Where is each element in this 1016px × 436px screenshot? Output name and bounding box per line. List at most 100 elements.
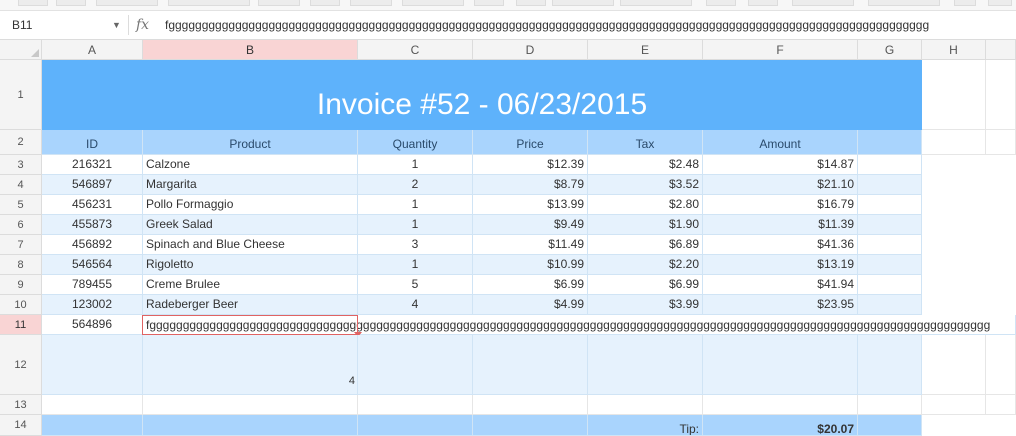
cell[interactable] [473,395,588,415]
row-header-2[interactable]: 2 [0,130,42,155]
cell-product[interactable]: Creme Brulee [143,275,358,295]
column-header-b[interactable]: B [143,40,358,60]
cell-id[interactable]: 216321 [42,155,143,175]
cell-price[interactable]: $10.99 [473,255,588,275]
formula-input[interactable]: fggggggggggggggggggggggggggggggggggggggg… [165,17,1016,33]
row-header-1[interactable]: 1 [0,60,42,130]
cell-amount[interactable]: $23.95 [703,295,858,315]
cell[interactable] [858,395,922,415]
row-header-3[interactable]: 3 [0,155,42,175]
cell-amount[interactable]: $14.87 [703,155,858,175]
cell-tax[interactable]: $6.89 [588,235,703,255]
cell-quantity[interactable]: 3 [358,235,473,255]
header-amount[interactable]: Amount [703,130,858,155]
column-header-d[interactable]: D [473,40,588,60]
cell-amount[interactable]: $11.39 [703,215,858,235]
cell-id[interactable]: 456231 [42,195,143,215]
cell-price[interactable]: $9.49 [473,215,588,235]
row-header-11[interactable]: 11 [0,315,42,335]
cell-tax[interactable]: $6.99 [588,275,703,295]
toolbar-button[interactable] [402,0,464,6]
row-header-10[interactable]: 10 [0,295,42,315]
tip-value[interactable]: $20.07 [703,415,858,436]
cell[interactable] [858,155,922,175]
toolbar-button[interactable] [350,0,392,6]
cell-amount[interactable]: $16.79 [703,195,858,215]
header-price[interactable]: Price [473,130,588,155]
cell[interactable] [986,60,1016,130]
cell-id[interactable]: 455873 [42,215,143,235]
toolbar-button[interactable] [474,0,504,6]
cell[interactable] [473,415,588,436]
cell[interactable] [143,415,358,436]
toolbar-button[interactable] [18,0,48,6]
cell[interactable] [42,415,143,436]
cell-price[interactable]: $12.39 [473,155,588,175]
toolbar-button[interactable] [516,0,546,6]
cell-id[interactable]: 546564 [42,255,143,275]
cell[interactable] [858,415,922,436]
cell-product[interactable]: Radeberger Beer [143,295,358,315]
cell-amount[interactable]: $21.10 [703,175,858,195]
cell[interactable] [858,235,922,255]
cell[interactable] [42,395,143,415]
cell-tax[interactable]: $2.20 [588,255,703,275]
cell[interactable] [858,335,922,395]
header-id[interactable]: ID [42,130,143,155]
toolbar-button[interactable] [258,0,300,6]
cell-amount[interactable]: $41.94 [703,275,858,295]
cell-id[interactable]: 546897 [42,175,143,195]
row-header-6[interactable]: 6 [0,215,42,235]
cell[interactable] [922,60,986,130]
toolbar-button[interactable] [310,0,340,6]
cell-quantity[interactable]: 5 [358,275,473,295]
cell-amount[interactable]: $13.19 [703,255,858,275]
cell[interactable] [358,335,473,395]
cell-tax[interactable]: $2.80 [588,195,703,215]
toolbar-button[interactable] [868,0,940,6]
cell-id[interactable]: 564896 [42,315,143,335]
column-header-h[interactable]: H [922,40,986,60]
cell[interactable] [858,195,922,215]
row-header-5[interactable]: 5 [0,195,42,215]
cell-id[interactable]: 123002 [42,295,143,315]
cell[interactable] [922,335,986,395]
cell-quantity[interactable]: 1 [358,255,473,275]
column-header-e[interactable]: E [588,40,703,60]
name-box[interactable]: B11 [12,17,102,33]
cell-price[interactable]: $13.99 [473,195,588,215]
cell[interactable] [858,215,922,235]
spreadsheet-grid[interactable]: A B C D E F G H 1 2 3 4 5 6 7 8 9 10 11 … [0,40,1016,436]
cell-product[interactable]: Pollo Formaggio [143,195,358,215]
cell[interactable] [986,335,1016,395]
cell-product[interactable]: Calzone [143,155,358,175]
row-header-12[interactable]: 12 [0,335,42,395]
cell[interactable] [858,175,922,195]
toolbar-button[interactable] [954,0,976,6]
toolbar-button[interactable] [792,0,854,6]
column-header-g[interactable]: G [858,40,922,60]
cell[interactable] [922,395,986,415]
cell[interactable] [858,130,922,155]
row-header-7[interactable]: 7 [0,235,42,255]
cell[interactable] [986,395,1016,415]
cell[interactable] [858,295,922,315]
cell[interactable] [922,130,986,155]
cell-tax[interactable]: $1.90 [588,215,703,235]
cell[interactable] [703,335,858,395]
row-header-14[interactable]: 14 [0,415,42,436]
header-tax[interactable]: Tax [588,130,703,155]
cell[interactable] [358,415,473,436]
cell[interactable] [143,395,358,415]
header-quantity[interactable]: Quantity [358,130,473,155]
row-header-4[interactable]: 4 [0,175,42,195]
row-header-8[interactable]: 8 [0,255,42,275]
cell-tax[interactable]: $3.99 [588,295,703,315]
cell[interactable] [42,335,143,395]
header-product[interactable]: Product [143,130,358,155]
row-header-9[interactable]: 9 [0,275,42,295]
cell[interactable] [858,255,922,275]
cell[interactable] [588,395,703,415]
cell-product[interactable]: Rigoletto [143,255,358,275]
cell-amount[interactable]: $41.36 [703,235,858,255]
